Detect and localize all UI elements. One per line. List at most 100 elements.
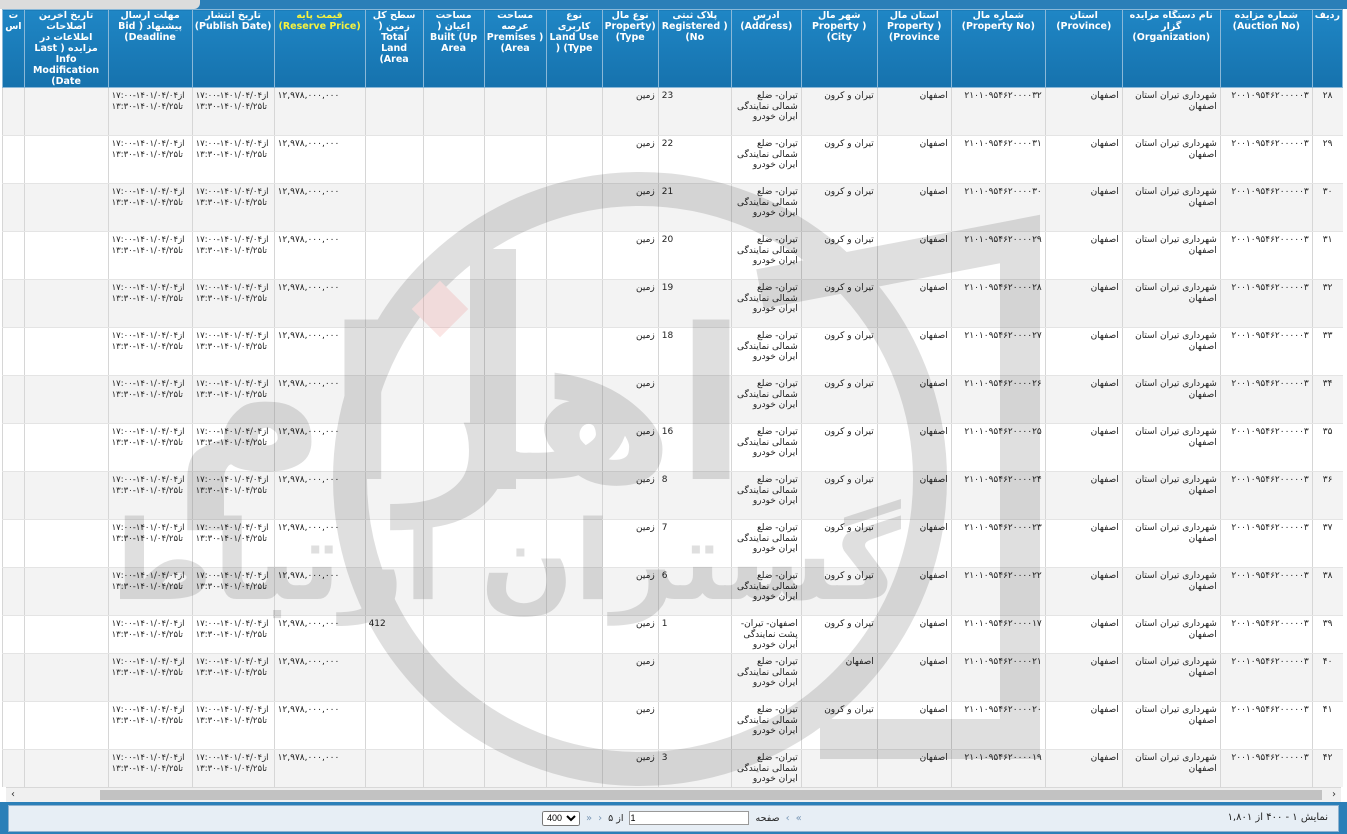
cell-propno[interactable]: ۲۱۰۱۰۹۵۴۶۲۰۰۰۰۳۰ bbox=[950, 183, 1046, 232]
column-header-propprov[interactable]: استان مال Property ) (Province bbox=[876, 9, 952, 88]
cell-propno[interactable]: ۲۱۰۱۰۹۵۴۶۲۰۰۰۰۲۳ bbox=[950, 519, 1046, 568]
table-row[interactable]: ۳۶ ۲۰۰۱۰۹۵۴۶۲۰۰۰۰۰۳ شهرداری تیران استان اص… bbox=[2, 471, 1343, 520]
column-header-landuse[interactable]: نوع کاربری Land Use ) (Type bbox=[545, 9, 603, 88]
last-page-icon[interactable]: » bbox=[586, 813, 592, 824]
cell-auction[interactable]: ۲۰۰۱۰۹۵۴۶۲۰۰۰۰۰۳ bbox=[1219, 519, 1313, 568]
column-header-propno[interactable]: شماره مال (Property No) bbox=[950, 9, 1046, 88]
column-header-row[interactable]: ردیف bbox=[1311, 9, 1344, 88]
column-header-lastmod[interactable]: تاریخ آخرین اصلاحات اطلاعات در مزایده ( … bbox=[23, 9, 109, 88]
table-row[interactable]: ۴۰ ۲۰۰۱۰۹۵۴۶۲۰۰۰۰۰۳ شهرداری تیران استان اص… bbox=[2, 653, 1343, 702]
table-row[interactable]: ۳۵ ۲۰۰۱۰۹۵۴۶۲۰۰۰۰۰۳ شهرداری تیران استان اص… bbox=[2, 423, 1343, 472]
cell-propprov: اصفهان bbox=[876, 567, 952, 616]
column-header-province[interactable]: استان (Province) bbox=[1044, 9, 1123, 88]
cell-auction[interactable]: ۲۰۰۱۰۹۵۴۶۲۰۰۰۰۰۳ bbox=[1219, 615, 1313, 654]
column-header-landarea[interactable]: سطح کل زمین ( Total Land (Area bbox=[364, 9, 424, 88]
cell-propprov: اصفهان bbox=[876, 135, 952, 184]
cell-propno[interactable]: ۲۱۰۱۰۹۵۴۶۲۰۰۰۰۲۰ bbox=[950, 701, 1046, 750]
table-row[interactable]: ۳۰ ۲۰۰۱۰۹۵۴۶۲۰۰۰۰۰۳ شهرداری تیران استان اص… bbox=[2, 183, 1343, 232]
column-header-auction[interactable]: شماره مزایده (Auction No) bbox=[1219, 9, 1313, 88]
cell-propno[interactable]: ۲۱۰۱۰۹۵۴۶۲۰۰۰۰۲۵ bbox=[950, 423, 1046, 472]
column-header-org[interactable]: نام دستگاه مزایده گزار (Organization) bbox=[1121, 9, 1221, 88]
cell-auction[interactable]: ۲۰۰۱۰۹۵۴۶۲۰۰۰۰۰۳ bbox=[1219, 653, 1313, 702]
cell-auction[interactable]: ۲۰۰۱۰۹۵۴۶۲۰۰۰۰۰۳ bbox=[1219, 567, 1313, 616]
cell-extra bbox=[2, 87, 25, 136]
cell-auction[interactable]: ۲۰۰۱۰۹۵۴۶۲۰۰۰۰۰۳ bbox=[1219, 279, 1313, 328]
cell-propno[interactable]: ۲۱۰۱۰۹۵۴۶۲۰۰۰۰۱۹ bbox=[950, 749, 1046, 787]
column-header-deadline[interactable]: مهلت ارسال پیشنهاد ( Bid (Deadline bbox=[107, 9, 193, 88]
cell-landarea bbox=[364, 567, 424, 616]
cell-auction[interactable]: ۲۰۰۱۰۹۵۴۶۲۰۰۰۰۰۳ bbox=[1219, 183, 1313, 232]
cell-auction[interactable]: ۲۰۰۱۰۹۵۴۶۲۰۰۰۰۰۳ bbox=[1219, 749, 1313, 787]
cell-auction[interactable]: ۲۰۰۱۰۹۵۴۶۲۰۰۰۰۰۳ bbox=[1219, 423, 1313, 472]
cell-propno[interactable]: ۲۱۰۱۰۹۵۴۶۲۰۰۰۰۲۶ bbox=[950, 375, 1046, 424]
cell-province: اصفهان bbox=[1044, 749, 1123, 787]
cell-org: شهرداری تیران استان اصفهان bbox=[1121, 471, 1221, 520]
cell-propno[interactable]: ۲۱۰۱۰۹۵۴۶۲۰۰۰۰۲۷ bbox=[950, 327, 1046, 376]
cell-propno[interactable]: ۲۱۰۱۰۹۵۴۶۲۰۰۰۰۲۱ bbox=[950, 653, 1046, 702]
column-header-label: تاریخ انتشار (Publish Date) bbox=[194, 10, 272, 33]
cell-address: تیران- ضلع شمالی نمایندگی ایران خودرو bbox=[730, 653, 802, 702]
table-row[interactable]: ۳۳ ۲۰۰۱۰۹۵۴۶۲۰۰۰۰۰۳ شهرداری تیران استان اص… bbox=[2, 327, 1343, 376]
cell-auction[interactable]: ۲۰۰۱۰۹۵۴۶۲۰۰۰۰۰۳ bbox=[1219, 327, 1313, 376]
column-header-price[interactable]: قیمت پایه (Reserve Price) bbox=[273, 9, 366, 88]
cell-price: ۱۲,۹۷۸,۰۰۰,۰۰۰ bbox=[273, 471, 366, 520]
table-row[interactable]: ۴۱ ۲۰۰۱۰۹۵۴۶۲۰۰۰۰۰۳ شهرداری تیران استان اص… bbox=[2, 701, 1343, 750]
cell-address: تیران- ضلع شمالی نمایندگی ایران خودرو bbox=[730, 375, 802, 424]
table-row[interactable]: ۳۷ ۲۰۰۱۰۹۵۴۶۲۰۰۰۰۰۳ شهرداری تیران استان اص… bbox=[2, 519, 1343, 568]
table-row[interactable]: ۳۱ ۲۰۰۱۰۹۵۴۶۲۰۰۰۰۰۳ شهرداری تیران استان اص… bbox=[2, 231, 1343, 280]
cell-landarea bbox=[364, 423, 424, 472]
cell-auction[interactable]: ۲۰۰۱۰۹۵۴۶۲۰۰۰۰۰۳ bbox=[1219, 87, 1313, 136]
column-header-builtup[interactable]: مساحت اعیان ( Built (Up Area bbox=[422, 9, 485, 88]
cell-propno[interactable]: ۲۱۰۱۰۹۵۴۶۲۰۰۰۰۱۷ bbox=[950, 615, 1046, 654]
column-header-ptype[interactable]: نوع مال Property) (Type bbox=[601, 9, 659, 88]
cell-landarea bbox=[364, 231, 424, 280]
first-page-icon[interactable]: « bbox=[796, 813, 802, 824]
table-row[interactable]: ۳۲ ۲۰۰۱۰۹۵۴۶۲۰۰۰۰۰۳ شهرداری تیران استان اص… bbox=[2, 279, 1343, 328]
cell-propno[interactable]: ۲۱۰۱۰۹۵۴۶۲۰۰۰۰۳۲ bbox=[950, 87, 1046, 136]
auction-grid: ردیف شماره مزایده (Auction No) نام دستگاه … bbox=[0, 9, 1347, 787]
page-number-input[interactable] bbox=[629, 811, 750, 825]
cell-price: ۱۲,۹۷۸,۰۰۰,۰۰۰ bbox=[273, 701, 366, 750]
cell-auction[interactable]: ۲۰۰۱۰۹۵۴۶۲۰۰۰۰۰۳ bbox=[1219, 231, 1313, 280]
horizontal-scrollbar[interactable]: ‹ › bbox=[6, 787, 1341, 802]
cell-propno[interactable]: ۲۱۰۱۰۹۵۴۶۲۰۰۰۰۲۲ bbox=[950, 567, 1046, 616]
table-row[interactable]: ۳۸ ۲۰۰۱۰۹۵۴۶۲۰۰۰۰۰۳ شهرداری تیران استان اص… bbox=[2, 567, 1343, 616]
cell-landarea: 412 bbox=[364, 615, 424, 654]
cell-auction[interactable]: ۲۰۰۱۰۹۵۴۶۲۰۰۰۰۰۳ bbox=[1219, 135, 1313, 184]
cell-builtup bbox=[422, 615, 485, 654]
table-row[interactable]: ۳۹ ۲۰۰۱۰۹۵۴۶۲۰۰۰۰۰۳ شهرداری تیران استان اص… bbox=[2, 615, 1343, 654]
cell-landarea bbox=[364, 327, 424, 376]
scrollbar-thumb[interactable] bbox=[100, 790, 1322, 800]
scroll-left-icon[interactable]: ‹ bbox=[6, 788, 20, 802]
column-header-premises[interactable]: مساحت عرصه Premises ) (Area bbox=[483, 9, 547, 88]
table-row[interactable]: ۳۴ ۲۰۰۱۰۹۵۴۶۲۰۰۰۰۰۳ شهرداری تیران استان اص… bbox=[2, 375, 1343, 424]
scroll-right-icon[interactable]: › bbox=[1327, 788, 1341, 802]
column-header-publish[interactable]: تاریخ انتشار (Publish Date) bbox=[191, 9, 275, 88]
cell-auction[interactable]: ۲۰۰۱۰۹۵۴۶۲۰۰۰۰۰۳ bbox=[1219, 471, 1313, 520]
table-row[interactable]: ۲۸ ۲۰۰۱۰۹۵۴۶۲۰۰۰۰۰۳ شهرداری تیران استان اص… bbox=[2, 87, 1343, 136]
cell-ptype: زمین bbox=[601, 423, 659, 472]
column-header-reg[interactable]: پلاک ثبتی Registered ) (No bbox=[657, 9, 732, 88]
cell-auction[interactable]: ۲۰۰۱۰۹۵۴۶۲۰۰۰۰۰۳ bbox=[1219, 375, 1313, 424]
prev-page-icon[interactable]: ‹ bbox=[786, 813, 790, 824]
column-header-address[interactable]: آدرس (Address) bbox=[730, 9, 802, 88]
page-size-select[interactable]: 400 bbox=[542, 810, 580, 826]
cell-builtup bbox=[422, 519, 485, 568]
cell-propno[interactable]: ۲۱۰۱۰۹۵۴۶۲۰۰۰۰۳۱ bbox=[950, 135, 1046, 184]
table-row[interactable]: ۴۲ ۲۰۰۱۰۹۵۴۶۲۰۰۰۰۰۳ شهرداری تیران استان اص… bbox=[2, 749, 1343, 787]
cell-price: ۱۲,۹۷۸,۰۰۰,۰۰۰ bbox=[273, 423, 366, 472]
cell-propno[interactable]: ۲۱۰۱۰۹۵۴۶۲۰۰۰۰۲۴ bbox=[950, 471, 1046, 520]
column-header-extra[interactable]: ت اس bbox=[2, 9, 25, 88]
cell-city: تیران و کرون bbox=[800, 519, 878, 568]
cell-propno[interactable]: ۲۱۰۱۰۹۵۴۶۲۰۰۰۰۲۸ bbox=[950, 279, 1046, 328]
cell-row: ۳۰ bbox=[1311, 183, 1343, 232]
table-row[interactable]: ۲۹ ۲۰۰۱۰۹۵۴۶۲۰۰۰۰۰۳ شهرداری تیران استان اص… bbox=[2, 135, 1343, 184]
cell-auction[interactable]: ۲۰۰۱۰۹۵۴۶۲۰۰۰۰۰۳ bbox=[1219, 701, 1313, 750]
column-header-city[interactable]: شهر مال Property ) (City bbox=[800, 9, 878, 88]
cell-address: اصفهان- تیران- پشت نمایندگی ایران خودرو bbox=[730, 615, 802, 654]
cell-builtup bbox=[422, 375, 485, 424]
top-tab[interactable] bbox=[0, 0, 200, 9]
cell-row: ۳۹ bbox=[1311, 615, 1343, 654]
cell-propno[interactable]: ۲۱۰۱۰۹۵۴۶۲۰۰۰۰۲۹ bbox=[950, 231, 1046, 280]
next-page-icon[interactable]: › bbox=[598, 813, 602, 824]
